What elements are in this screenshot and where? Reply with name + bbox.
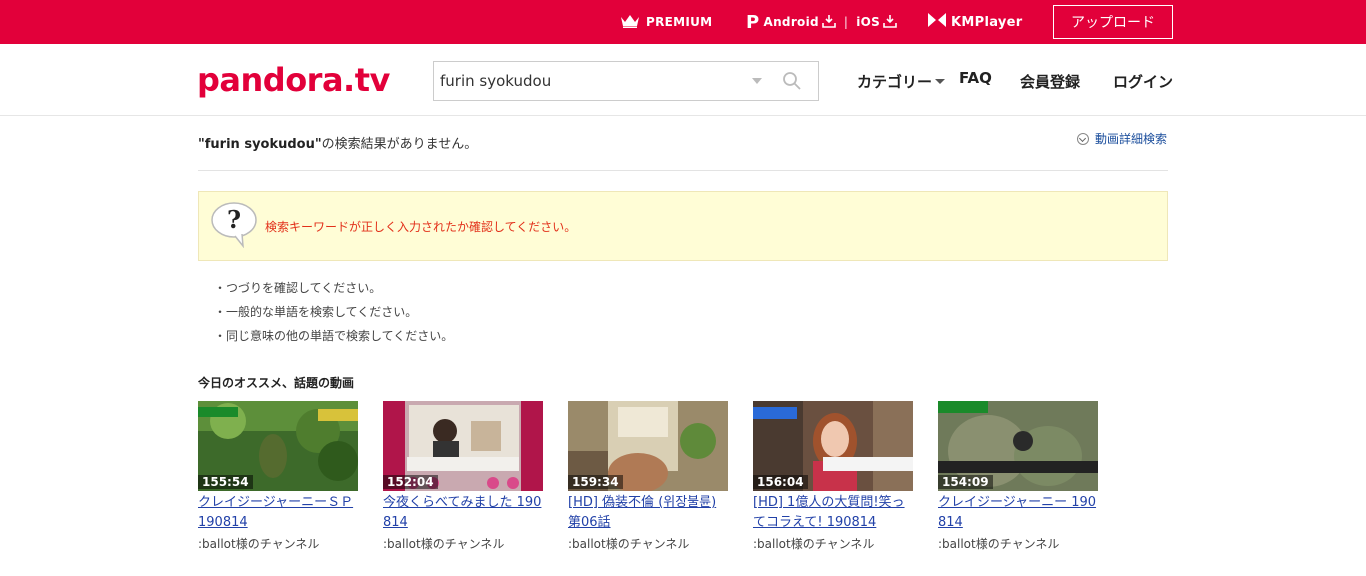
video-title-link[interactable]: クレイジージャーニー 190814 (938, 493, 1098, 533)
divider (198, 170, 1168, 171)
recommended-section-title: 今日のオススメ、話題の動画 (198, 376, 355, 390)
search-icon[interactable] (782, 71, 802, 95)
download-icon (822, 14, 836, 31)
search-tips-list: ・つづりを確認してください。 ・一般的な単語を検索してください。 ・同じ意味の他… (214, 276, 453, 348)
video-channel: :ballot様のチャンネル (938, 537, 1060, 551)
video-channel: :ballot様のチャンネル (198, 537, 320, 551)
video-card[interactable]: 155:54 クレイジージャーニーＳＰ 190814 :ballot様のチャンネ… (198, 401, 358, 552)
crown-icon (620, 14, 640, 31)
video-thumbnail[interactable]: 159:34 (568, 401, 728, 491)
video-title-link[interactable]: 今夜くらべてみました 190814 (383, 493, 543, 533)
top-bar: PREMIUM P Android | iOS KMPlayer アップロード (0, 0, 1366, 44)
advanced-search-link[interactable]: 動画詳細検索 (1077, 130, 1167, 147)
video-thumbnail[interactable]: 155:54 (198, 401, 358, 491)
video-title-link[interactable]: [HD] 偽装不倫 (위장불륜) 第06話 (568, 493, 728, 533)
download-icon (883, 14, 897, 31)
premium-link[interactable]: PREMIUM (620, 0, 712, 44)
video-duration: 152:04 (383, 475, 438, 489)
video-card[interactable]: 154:09 クレイジージャーニー 190814 :ballot様のチャンネル (938, 401, 1098, 552)
svg-text:?: ? (227, 205, 241, 234)
video-card[interactable]: 152:04 今夜くらべてみました 190814 :ballot様のチャンネル (383, 401, 543, 552)
video-channel: :ballot様のチャンネル (753, 537, 875, 551)
premium-label: PREMIUM (646, 15, 713, 29)
tip-item: ・同じ意味の他の単語で検索してください。 (214, 329, 454, 343)
search-box (433, 61, 819, 101)
video-thumbnail[interactable]: 156:04 (753, 401, 913, 491)
pandora-logo[interactable]: pandora.tv (197, 61, 390, 99)
notice-message: 検索キーワードが正しく入力されたか確認してください。 (265, 220, 577, 234)
no-results-message: "furin syokudou"の検索結果がありません。 (198, 133, 477, 152)
app-download-links: P Android | iOS (746, 0, 897, 44)
video-title-link[interactable]: クレイジージャーニーＳＰ 190814 (198, 493, 358, 533)
upload-button[interactable]: アップロード (1053, 5, 1173, 39)
video-duration: 156:04 (753, 475, 808, 489)
pandora-p-icon: P (746, 11, 760, 33)
search-dropdown-arrow-icon[interactable] (752, 78, 762, 84)
search-notice-box: ? 検索キーワードが正しく入力されたか確認してください。 (198, 191, 1168, 261)
video-card[interactable]: 159:34 [HD] 偽装不倫 (위장불륜) 第06話 :ballot様のチャ… (568, 401, 728, 552)
ios-link[interactable]: iOS (856, 15, 880, 29)
video-duration: 155:54 (198, 475, 253, 489)
video-channel: :ballot様のチャンネル (568, 537, 690, 551)
no-results-text: の検索結果がありません。 (321, 137, 478, 152)
search-input[interactable] (434, 62, 734, 100)
nav-faq[interactable]: FAQ (959, 69, 992, 87)
nav-login[interactable]: ログイン (1113, 71, 1173, 92)
separator: | (843, 15, 849, 29)
android-link[interactable]: Android (764, 15, 819, 29)
chevron-down-icon (935, 79, 946, 84)
video-thumbnail[interactable]: 152:04 (383, 401, 543, 491)
nav-category[interactable]: カテゴリー (857, 71, 946, 92)
tip-item: ・つづりを確認してください。 (214, 281, 382, 295)
tip-item: ・一般的な単語を検索してください。 (214, 305, 418, 319)
chevron-circle-down-icon (1077, 132, 1089, 145)
video-title-link[interactable]: [HD] 1億人の大質問!笑ってコラえて! 190814 (753, 493, 913, 533)
advanced-search-label: 動画詳細検索 (1095, 132, 1168, 146)
header: pandora.tv カテゴリー FAQ 会員登録 ログイン (0, 44, 1366, 116)
video-channel: :ballot様のチャンネル (383, 537, 505, 551)
kmplayer-icon (928, 13, 946, 31)
question-bubble-icon: ? (209, 200, 261, 252)
video-duration: 154:09 (938, 475, 993, 489)
nav-register[interactable]: 会員登録 (1020, 71, 1080, 92)
nav-category-label: カテゴリー (857, 73, 933, 91)
kmplayer-link[interactable]: KMPlayer (928, 0, 1022, 44)
video-card[interactable]: 156:04 [HD] 1億人の大質問!笑ってコラえて! 190814 :bal… (753, 401, 913, 552)
video-duration: 159:34 (568, 475, 623, 489)
kmplayer-label: KMPlayer (951, 14, 1023, 30)
video-thumbnail[interactable]: 154:09 (938, 401, 1098, 491)
search-query: "furin syokudou" (198, 137, 322, 152)
